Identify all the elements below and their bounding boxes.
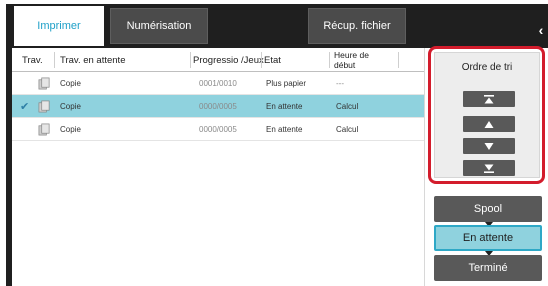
move-to-bottom-button[interactable] [463, 160, 515, 176]
tab-recup-fichier-label: Récup. fichier [323, 20, 391, 32]
job-name: Copie [60, 102, 81, 111]
header-divider [261, 52, 262, 68]
chevron-left-icon[interactable]: ‹ [534, 20, 548, 40]
table-header: Trav. Trav. en attente Progressio /Jeux … [12, 48, 424, 72]
termine-button[interactable]: Terminé [434, 255, 542, 281]
job-start: Calcul [336, 125, 359, 134]
job-status: En attente [266, 125, 303, 134]
job-start: Calcul [336, 102, 359, 111]
table-row[interactable]: Copie 0001/0010 Plus papier --- [12, 72, 424, 95]
move-up-icon [484, 120, 494, 128]
job-progress: 0000/0005 [199, 102, 237, 111]
header-trav: Trav. [22, 54, 43, 66]
tab-imprimer-label: Imprimer [37, 20, 81, 32]
tab-numerisation-label: Numérisation [126, 20, 192, 32]
table-row[interactable]: Copie 0000/0005 En attente Calcul [12, 118, 424, 141]
move-down-icon [484, 142, 494, 150]
header-etat: Etat [264, 54, 281, 66]
move-to-top-button[interactable] [463, 91, 515, 107]
header-trav-en-attente: Trav. en attente [60, 54, 126, 66]
header-divider [54, 52, 55, 68]
job-name: Copie [60, 79, 81, 88]
header-progression: Progressio /Jeux [193, 54, 264, 66]
move-down-button[interactable] [463, 138, 515, 154]
tab-recup-fichier[interactable]: Récup. fichier [308, 8, 406, 44]
checkmark-icon: ✔ [20, 101, 30, 113]
en-attente-label: En attente [462, 232, 514, 244]
header-divider [190, 52, 191, 68]
header-divider [329, 52, 330, 68]
move-up-button[interactable] [463, 116, 515, 132]
job-status: En attente [266, 102, 303, 111]
job-name: Copie [60, 125, 81, 134]
job-progress: 0001/0010 [199, 79, 237, 88]
spool-label: Spool [473, 203, 503, 215]
spool-button[interactable]: Spool [434, 196, 542, 222]
header-heure-debut: Heure de début [334, 50, 369, 70]
copy-job-icon [38, 118, 52, 141]
job-status: Plus papier [266, 79, 307, 88]
copy-job-icon [38, 95, 52, 118]
panel-divider [424, 48, 425, 286]
tab-numerisation[interactable]: Numérisation [110, 8, 208, 44]
job-progress: 0000/0005 [199, 125, 237, 134]
sort-title: Ordre de tri [461, 62, 513, 73]
header-divider [398, 52, 399, 68]
move-to-bottom-icon [484, 164, 494, 173]
job-table: Trav. Trav. en attente Progressio /Jeux … [12, 48, 424, 141]
en-attente-button[interactable]: En attente [434, 225, 542, 251]
table-row[interactable]: ✔ Copie 0000/0005 En attente Calcul [12, 95, 424, 118]
copy-job-icon [38, 72, 52, 95]
termine-label: Terminé [468, 262, 508, 274]
move-to-top-icon [484, 94, 494, 103]
job-start: --- [336, 79, 344, 88]
tab-imprimer[interactable]: Imprimer [14, 6, 104, 46]
